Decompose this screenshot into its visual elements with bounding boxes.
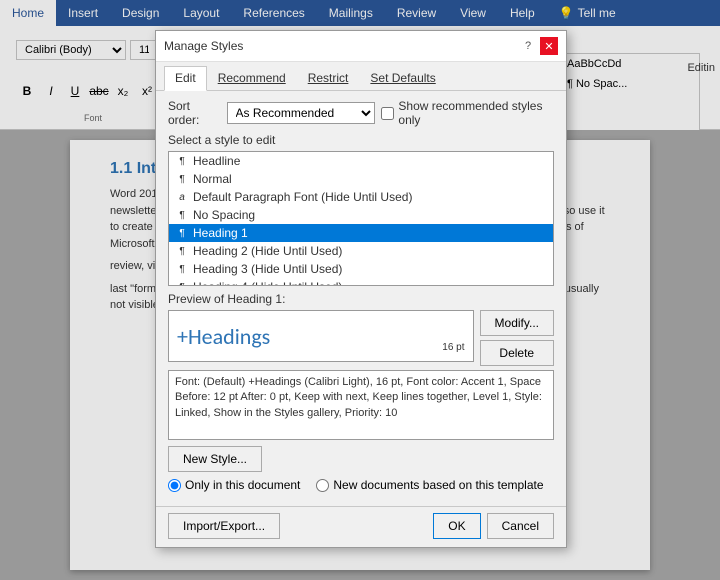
para-icon: ¶ xyxy=(175,174,189,185)
preview-label: Preview of Heading 1: xyxy=(168,292,554,306)
tab-recommend[interactable]: Recommend xyxy=(207,66,297,90)
dialog-bottom-buttons: Import/Export... OK Cancel xyxy=(156,506,566,547)
dialog-titlebar: Manage Styles ? ✕ xyxy=(156,31,566,62)
list-item-normal[interactable]: ¶ Normal xyxy=(169,170,553,188)
sort-label: Sort order: xyxy=(168,99,221,127)
cancel-button[interactable]: Cancel xyxy=(487,513,554,539)
radio-this-document-input[interactable] xyxy=(168,479,181,492)
list-item-heading4[interactable]: ¶ Heading 4 (Hide Until Used) xyxy=(169,278,553,286)
tab-set-defaults[interactable]: Set Defaults xyxy=(359,66,446,90)
new-style-row: New Style... xyxy=(168,446,554,472)
dialog-body: Sort order: As Recommended Alphabetical … xyxy=(156,91,566,506)
para-icon: ¶ xyxy=(175,282,189,287)
modal-overlay: Manage Styles ? ✕ Edit Recommend Restric… xyxy=(0,0,720,580)
style-name-headline: Headline xyxy=(193,154,240,168)
preview-heading-text: +Headings xyxy=(177,323,270,350)
style-name-heading4: Heading 4 (Hide Until Used) xyxy=(193,280,342,286)
radio-this-document-label: Only in this document xyxy=(185,478,300,492)
ok-button[interactable]: OK xyxy=(433,513,480,539)
delete-button[interactable]: Delete xyxy=(480,340,554,366)
show-recommended-label: Show recommended styles only xyxy=(398,99,554,127)
para-icon: ¶ xyxy=(175,264,189,275)
ok-cancel-group: OK Cancel xyxy=(433,513,554,539)
para-icon: ¶ xyxy=(175,156,189,167)
dialog-tabs: Edit Recommend Restrict Set Defaults xyxy=(156,62,566,91)
show-recommended-checkbox-label[interactable]: Show recommended styles only xyxy=(381,99,554,127)
manage-styles-dialog: Manage Styles ? ✕ Edit Recommend Restric… xyxy=(155,30,567,548)
dialog-title: Manage Styles xyxy=(164,39,243,53)
description-box: Font: (Default) +Headings (Calibri Light… xyxy=(168,370,554,440)
show-recommended-checkbox[interactable] xyxy=(381,107,394,120)
preview-action-buttons: Modify... Delete xyxy=(480,310,554,366)
list-item-heading1[interactable]: ¶ Heading 1 xyxy=(169,224,553,242)
radio-new-documents-input[interactable] xyxy=(316,479,329,492)
style-name-heading3: Heading 3 (Hide Until Used) xyxy=(193,262,342,276)
modify-button[interactable]: Modify... xyxy=(480,310,554,336)
style-name-default-para-font: Default Paragraph Font (Hide Until Used) xyxy=(193,190,412,204)
para-icon: ¶ xyxy=(175,246,189,257)
description-text: Font: (Default) +Headings (Calibri Light… xyxy=(175,376,542,419)
styles-listbox[interactable]: ¶ Headline ¶ Normal a Default Paragraph … xyxy=(168,151,554,286)
style-name-heading2: Heading 2 (Hide Until Used) xyxy=(193,244,342,258)
list-item-headline[interactable]: ¶ Headline xyxy=(169,152,553,170)
para-icon: ¶ xyxy=(175,210,189,221)
dialog-controls: ? ✕ xyxy=(520,37,558,55)
radio-this-document[interactable]: Only in this document xyxy=(168,478,300,492)
list-item-heading3[interactable]: ¶ Heading 3 (Hide Until Used) xyxy=(169,260,553,278)
select-style-label: Select a style to edit xyxy=(168,133,554,147)
new-style-button[interactable]: New Style... xyxy=(168,446,262,472)
char-icon: a xyxy=(175,192,189,203)
import-export-button[interactable]: Import/Export... xyxy=(168,513,280,539)
para-icon: ¶ xyxy=(175,228,189,239)
preview-box: +Headings 16 pt xyxy=(168,310,474,362)
radio-new-documents[interactable]: New documents based on this template xyxy=(316,478,543,492)
sort-row: Sort order: As Recommended Alphabetical … xyxy=(168,99,554,127)
tab-edit[interactable]: Edit xyxy=(164,66,207,91)
list-item-default-para-font[interactable]: a Default Paragraph Font (Hide Until Use… xyxy=(169,188,553,206)
close-button[interactable]: ✕ xyxy=(540,37,558,55)
list-item-heading2[interactable]: ¶ Heading 2 (Hide Until Used) xyxy=(169,242,553,260)
tab-restrict[interactable]: Restrict xyxy=(297,66,360,90)
style-name-heading1: Heading 1 xyxy=(193,226,248,240)
preview-pt: 16 pt xyxy=(442,342,464,357)
style-name-no-spacing: No Spacing xyxy=(193,208,255,222)
radio-row: Only in this document New documents base… xyxy=(168,478,554,492)
sort-order-select[interactable]: As Recommended Alphabetical By Type xyxy=(227,102,376,124)
help-button[interactable]: ? xyxy=(520,38,536,54)
radio-new-documents-label: New documents based on this template xyxy=(333,478,543,492)
list-item-no-spacing[interactable]: ¶ No Spacing xyxy=(169,206,553,224)
style-name-normal: Normal xyxy=(193,172,232,186)
